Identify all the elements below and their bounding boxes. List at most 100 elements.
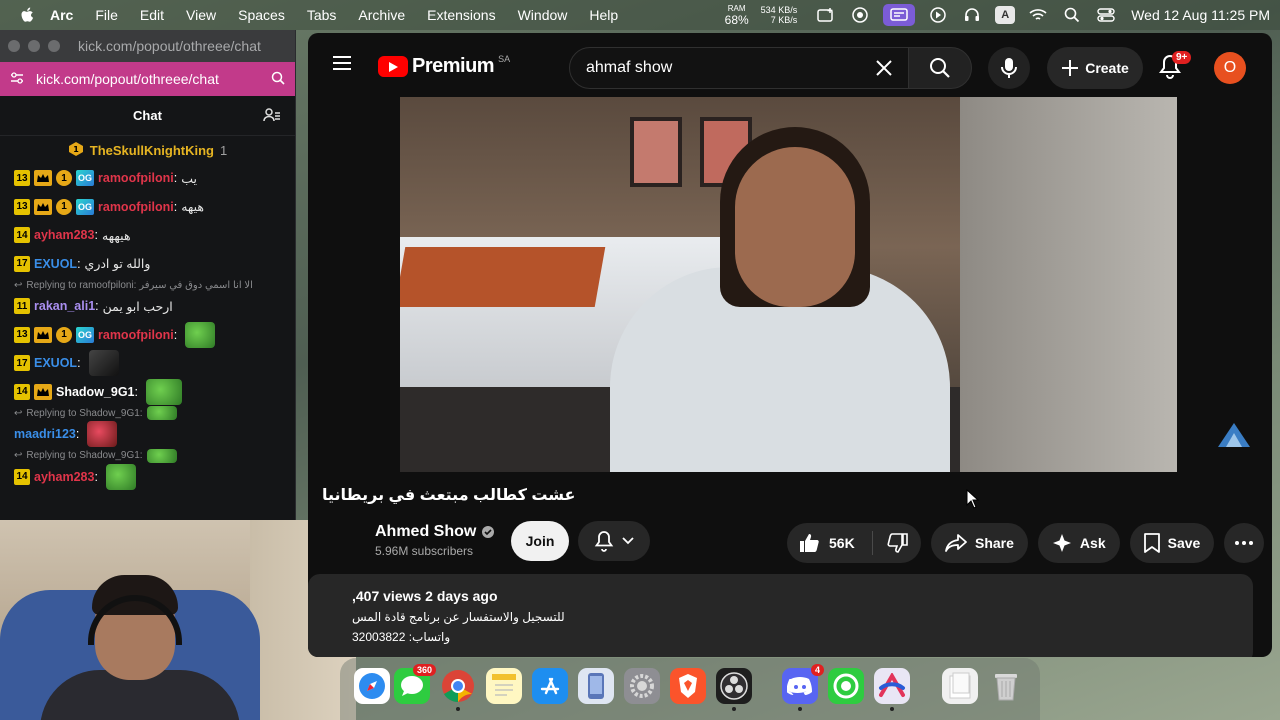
dislike-button[interactable] [873, 533, 921, 553]
level-badge: 13 [14, 326, 30, 343]
chat-message: 14 ayham283: [14, 463, 281, 492]
network-monitor[interactable]: 534 KB/s 7 KB/s [761, 5, 798, 25]
chat-username[interactable]: ramoofpiloni [98, 171, 174, 185]
ram-monitor[interactable]: RAM 68% [725, 4, 749, 27]
wifi-icon[interactable] [1027, 4, 1049, 26]
bookmark-icon [1143, 533, 1160, 553]
system-settings-icon[interactable] [624, 668, 660, 704]
menu-help[interactable]: Help [589, 7, 618, 23]
zoom-window-button[interactable] [48, 40, 60, 52]
trash-icon[interactable] [988, 668, 1024, 704]
menu-window[interactable]: Window [518, 7, 568, 23]
menu-file[interactable]: File [95, 7, 118, 23]
frog-emote [145, 378, 182, 405]
safari-icon[interactable] [354, 668, 390, 704]
discord-icon[interactable]: 4 [782, 664, 824, 704]
og-badge: OG [76, 198, 94, 215]
chat-username[interactable]: rakan_ali1 [34, 299, 95, 313]
chat-username[interactable]: ramoofpiloni [98, 328, 174, 342]
account-avatar[interactable]: O [1214, 52, 1246, 84]
menu-bar: Arc File Edit View Spaces Tabs Archive E… [0, 0, 1280, 30]
brave-icon[interactable] [670, 668, 706, 704]
channel-watermark-icon[interactable] [1216, 421, 1252, 454]
close-window-button[interactable] [8, 40, 20, 52]
app-store-icon[interactable] [532, 668, 568, 704]
og-badge: OG [76, 326, 94, 343]
ram-value: 68% [724, 12, 749, 27]
crown-icon [34, 383, 52, 400]
chat-reply-context[interactable]: ↩ Replying to Shadow_9G1: [14, 406, 281, 420]
chat-username[interactable]: ramoofpiloni [98, 200, 174, 214]
channel-info[interactable]: Ahmed Show 5.96M subscribers [375, 523, 495, 558]
apple-icon[interactable] [20, 7, 36, 23]
webcam-overlay [0, 520, 356, 720]
site-controls-icon[interactable] [10, 71, 24, 88]
chat-username[interactable]: maadri123 [14, 427, 76, 441]
screenshot-icon[interactable] [815, 4, 837, 26]
subscription-notification-button[interactable] [578, 521, 650, 561]
spotlight-search-icon[interactable] [1061, 4, 1083, 26]
notifications-button[interactable]: 9+ [1158, 51, 1192, 83]
minimize-window-button[interactable] [28, 40, 40, 52]
chat-reply-context[interactable]: ↩ Replying to ramoofpiloni: الا انا اسمي… [14, 278, 281, 292]
ios-simulator-icon[interactable] [578, 668, 614, 704]
menu-app-arc[interactable]: Arc [50, 7, 73, 23]
clear-search-icon[interactable] [874, 58, 894, 83]
description-line: للتسجيل والاستفسار عن برنامج قادة المس [352, 610, 565, 624]
video-frame[interactable] [400, 97, 1177, 472]
chat-url-text: kick.com/popout/othreee/chat [36, 71, 219, 87]
chat-username[interactable]: EXUOL [34, 257, 77, 271]
video-description[interactable]: ,407 views 2 days ago للتسجيل والاستفسار… [308, 574, 1253, 657]
search-icon [930, 58, 950, 78]
search-button[interactable] [908, 47, 972, 89]
vpn-icon[interactable] [849, 4, 871, 26]
users-icon[interactable] [263, 107, 281, 126]
arc-browser-icon[interactable] [874, 668, 910, 704]
menu-spaces[interactable]: Spaces [238, 7, 285, 23]
headphones-icon[interactable] [961, 4, 983, 26]
obs-icon[interactable] [716, 668, 752, 704]
youtube-premium-logo[interactable]: Premium SA [378, 54, 510, 78]
hamburger-menu-icon[interactable] [332, 55, 352, 76]
chat-text: والله تو ادري [84, 257, 151, 272]
search-input[interactable]: ahmaf show [569, 47, 909, 89]
ask-button[interactable]: Ask [1037, 523, 1120, 563]
chat-username[interactable]: ayham283 [34, 470, 94, 484]
chat-message: 17 EXUOL: [14, 349, 281, 378]
chat-top-gifter[interactable]: 1 TheSkullKnightKing 1 [0, 136, 295, 164]
voice-search-button[interactable] [988, 47, 1030, 89]
menubar-clock[interactable]: Wed 12 Aug 11:25 PM [1131, 7, 1270, 23]
save-button[interactable]: Save [1129, 523, 1215, 563]
chat-url-bar[interactable]: kick.com/popout/othreee/chat [0, 62, 295, 96]
join-button[interactable]: Join [511, 521, 569, 561]
channel-name[interactable]: Ahmed Show [375, 523, 476, 541]
menu-archive[interactable]: Archive [358, 7, 405, 23]
messages-icon[interactable]: 360 [394, 664, 436, 704]
video-player[interactable] [308, 97, 1272, 472]
chat-reply-context[interactable]: ↩ Replying to Shadow_9G1: [14, 448, 281, 463]
more-actions-button[interactable] [1224, 523, 1265, 563]
chat-message: maadri123: [14, 420, 281, 449]
menu-tabs[interactable]: Tabs [307, 7, 337, 23]
menu-edit[interactable]: Edit [140, 7, 164, 23]
notes-icon[interactable] [486, 668, 522, 704]
chrome-icon[interactable] [440, 668, 476, 704]
net-up: 534 KB/s [760, 5, 798, 15]
menu-view[interactable]: View [186, 7, 216, 23]
chat-message-list[interactable]: 13 1 OG ramoofpiloni: يب 13 1 OG ramoofp… [0, 164, 295, 491]
keyboard-input-icon[interactable]: A [995, 6, 1016, 24]
menu-extensions[interactable]: Extensions [427, 7, 495, 23]
like-button[interactable]: 56K [799, 531, 873, 555]
chat-username[interactable]: Shadow_9G1 [56, 385, 135, 399]
downloads-stack-icon[interactable] [942, 668, 978, 704]
mouse-cursor-icon [966, 488, 980, 514]
create-button[interactable]: Create [1047, 47, 1143, 89]
control-center-icon[interactable] [1095, 4, 1117, 26]
chat-username[interactable]: ayham283 [34, 228, 94, 242]
facetime-icon[interactable] [828, 668, 864, 704]
arc-controls-icon[interactable] [883, 4, 916, 26]
share-button[interactable]: Share [931, 523, 1028, 563]
chat-username[interactable]: EXUOL [34, 356, 77, 370]
search-icon[interactable] [271, 71, 285, 88]
play-icon[interactable] [927, 4, 949, 26]
